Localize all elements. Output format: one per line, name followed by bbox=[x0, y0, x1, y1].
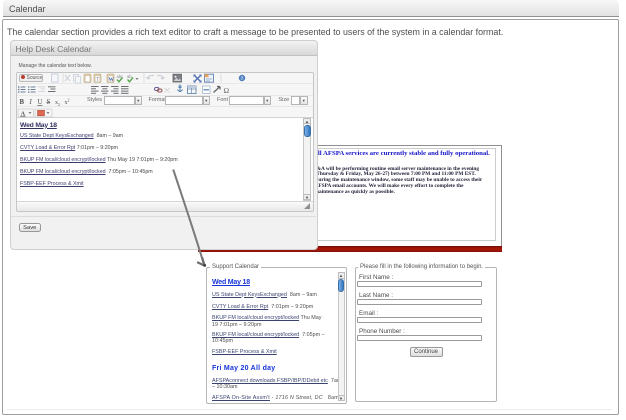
svg-text:T: T bbox=[96, 76, 99, 82]
svg-text:U: U bbox=[37, 99, 42, 106]
svg-text:2: 2 bbox=[58, 102, 60, 107]
svg-text:S: S bbox=[46, 99, 50, 106]
svg-text:I: I bbox=[28, 99, 32, 106]
svg-text:2: 2 bbox=[67, 97, 69, 102]
svg-text:W: W bbox=[108, 76, 114, 82]
svg-text:Ω: Ω bbox=[223, 86, 229, 95]
svg-text:B: B bbox=[19, 99, 24, 106]
